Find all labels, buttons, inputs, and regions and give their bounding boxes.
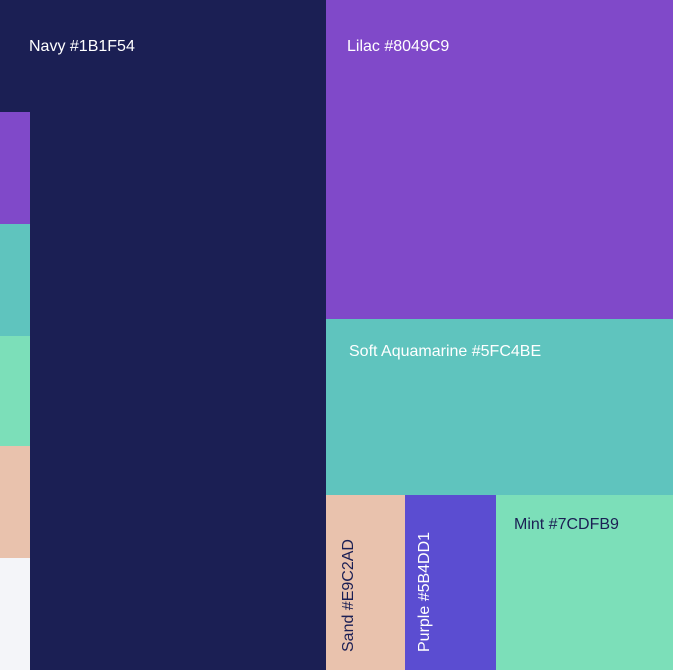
- swatch-navy-label: Navy #1B1F54: [29, 38, 135, 55]
- swatch-sand-label: Sand #E9C2AD: [340, 539, 357, 652]
- swatch-soft-aquamarine-label: Soft Aquamarine #5FC4BE: [349, 343, 542, 360]
- swatch-mint: Mint #7CDFB9: [496, 495, 673, 670]
- swatch-navy: Navy #1B1F54: [0, 0, 326, 112]
- strip-swatch-light: [0, 558, 30, 670]
- swatch-lilac: Lilac #8049C9: [326, 0, 673, 319]
- palette-canvas: Navy #1B1F54 Lilac #8049C9 Soft Aquamari…: [0, 0, 673, 670]
- strip-swatch-aqua: [0, 224, 30, 336]
- swatch-mint-label: Mint #7CDFB9: [514, 516, 619, 533]
- strip-swatch-lilac: [0, 112, 30, 224]
- swatch-purple-label: Purple #5B4DD1: [416, 531, 433, 652]
- swatch-lilac-label: Lilac #8049C9: [347, 38, 450, 55]
- swatch-soft-aquamarine: Soft Aquamarine #5FC4BE: [326, 319, 673, 495]
- strip-swatch-mint: [0, 336, 30, 446]
- swatch-sand: Sand #E9C2AD: [326, 495, 405, 670]
- swatch-navy-body: [30, 112, 326, 670]
- swatch-purple: Purple #5B4DD1: [405, 495, 496, 670]
- strip-swatch-sand: [0, 446, 30, 558]
